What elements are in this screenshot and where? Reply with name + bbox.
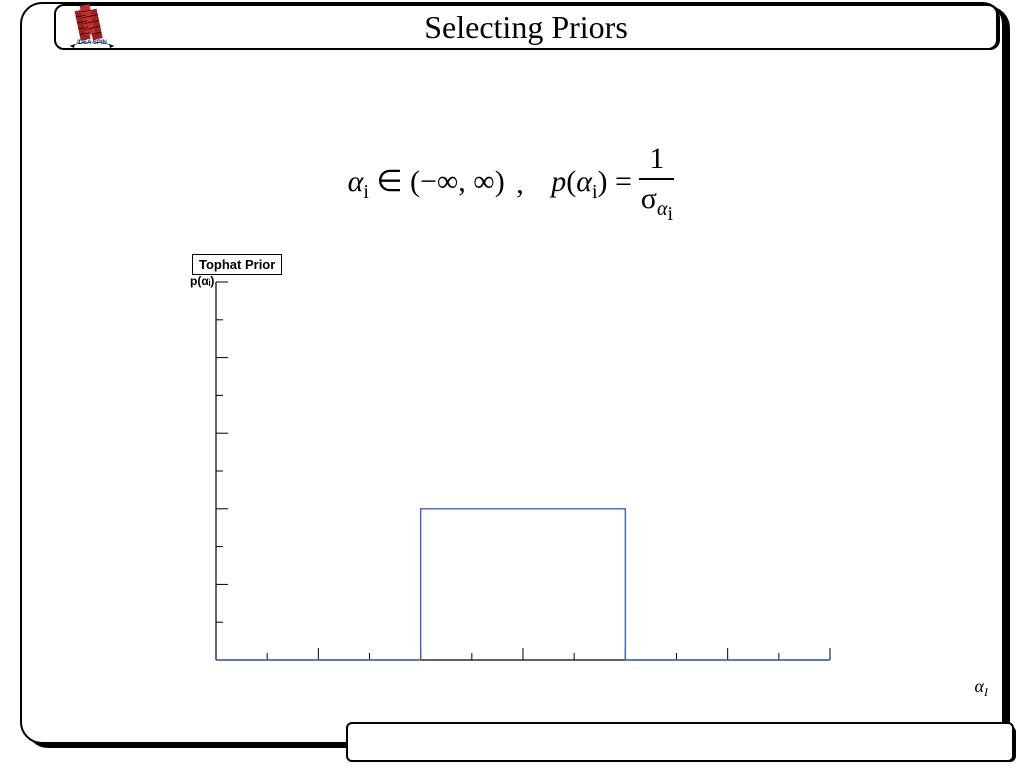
- alpha-symbol: α: [348, 165, 364, 198]
- footer-box: [346, 722, 1014, 762]
- formula: αi ∈ (−∞, ∞) , p(αi) = 1 σαi: [2, 142, 1020, 226]
- plot-svg: [208, 278, 838, 678]
- chart-area: p(αᵢ) αI: [208, 278, 838, 678]
- formula-comma: ,: [516, 167, 524, 201]
- slide-title: Selecting Priors: [424, 9, 628, 46]
- x-axis-label: αI: [975, 676, 988, 700]
- denominator: σαi: [639, 180, 674, 226]
- slide-frame: Selecting Priors IDEA SPIN: [2, 2, 1020, 764]
- fraction: 1 σαi: [639, 142, 674, 226]
- chart-title: Tophat Prior: [199, 257, 275, 272]
- p-symbol: p: [551, 165, 566, 198]
- logo-icon: IDEA SPIN: [64, 4, 120, 48]
- numerator: 1: [639, 142, 674, 180]
- y-axis-label: p(αᵢ): [190, 274, 214, 288]
- title-box: Selecting Priors: [54, 4, 998, 50]
- chart-title-box: Tophat Prior: [192, 254, 282, 275]
- range-text: ∈ (−∞, ∞): [369, 165, 512, 198]
